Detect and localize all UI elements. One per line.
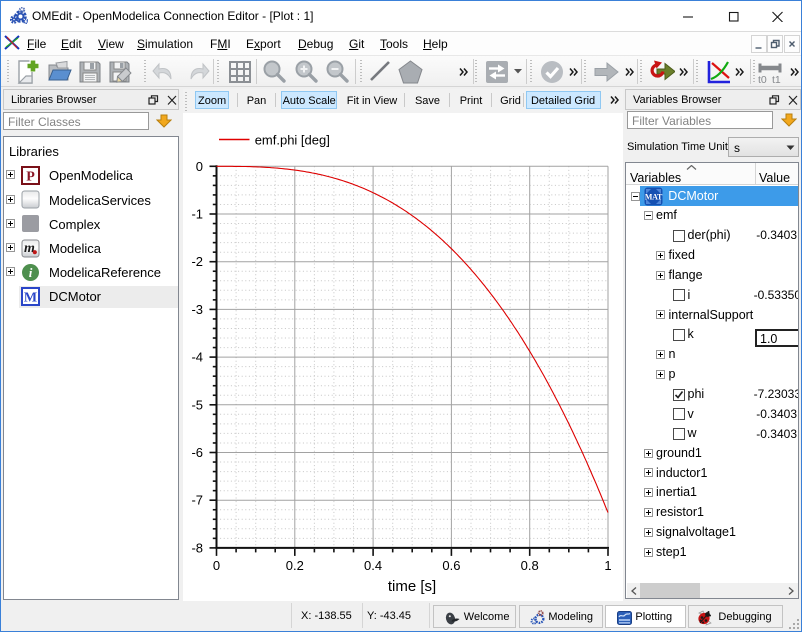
svg-text:0.4: 0.4	[364, 558, 382, 573]
svg-text:-4: -4	[191, 350, 203, 365]
svg-text:1: 1	[604, 558, 611, 573]
svg-text:MAT: MAT	[644, 192, 662, 201]
svg-text:-3: -3	[191, 302, 203, 317]
svg-text:-8: -8	[191, 540, 203, 555]
svg-text:0.2: 0.2	[286, 558, 304, 573]
svg-text:P: P	[26, 170, 35, 185]
svg-text:0: 0	[213, 558, 220, 573]
svg-text:-5: -5	[191, 397, 203, 412]
svg-text:i: i	[29, 265, 33, 280]
svg-text:-6: -6	[191, 445, 203, 460]
svg-text:0.8: 0.8	[521, 558, 539, 573]
svg-text:-1: -1	[191, 207, 203, 222]
svg-text:-2: -2	[191, 254, 203, 269]
svg-text:time [s]: time [s]	[388, 578, 436, 595]
svg-text:emf.phi [deg]: emf.phi [deg]	[255, 133, 330, 148]
svg-text:0: 0	[196, 159, 203, 174]
svg-text:t1: t1	[772, 74, 781, 85]
svg-text:t0: t0	[758, 74, 767, 85]
svg-text:0.6: 0.6	[442, 558, 460, 573]
svg-text:-7: -7	[191, 493, 203, 508]
svg-text:M: M	[24, 291, 37, 306]
